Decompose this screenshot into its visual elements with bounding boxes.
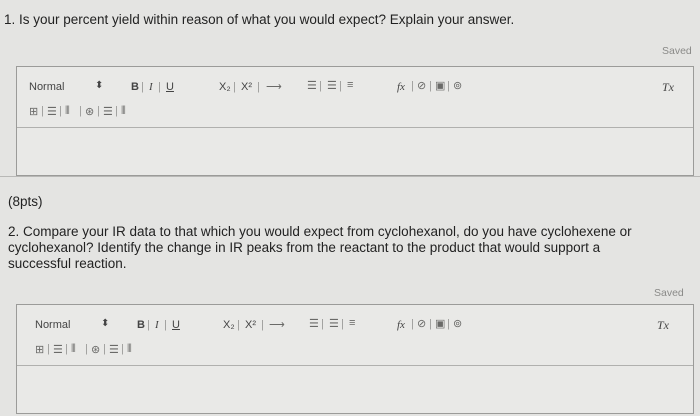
superscript-button[interactable]: X²	[245, 319, 256, 331]
divider: |	[121, 343, 124, 355]
divider	[0, 176, 700, 177]
attach-icon[interactable]: ⊚	[453, 317, 462, 330]
ordered-list-icon[interactable]: ☰	[309, 317, 319, 330]
question-2-line-2: cyclohexanol? Identify the change in IR …	[8, 240, 601, 255]
table-icon[interactable]: ⊞	[35, 343, 44, 356]
table-icon[interactable]: ⊞	[29, 105, 38, 118]
bold-button[interactable]: B	[131, 81, 139, 93]
text-direction-icon[interactable]: ⦀	[65, 105, 70, 118]
divider: |	[319, 80, 322, 92]
divider: |	[429, 80, 432, 92]
underline-button[interactable]: U	[172, 319, 180, 331]
editor-content-area[interactable]	[17, 365, 693, 413]
format-select[interactable]: Normal	[35, 319, 70, 331]
divider: |	[59, 105, 62, 117]
ordered-list-icon[interactable]: ☰	[307, 79, 317, 92]
arrow-right-icon[interactable]: ⟶	[269, 318, 285, 331]
divider: |	[164, 319, 167, 331]
arrow-right-icon[interactable]: ⟶	[266, 80, 282, 93]
indent-icon[interactable]: ☰	[53, 343, 63, 356]
bullet-list-icon[interactable]: ☰	[329, 317, 339, 330]
formula-button[interactable]: fx	[397, 319, 405, 331]
formula-button[interactable]: fx	[397, 81, 405, 93]
align-icon[interactable]: ≡	[349, 317, 355, 329]
question-2-line-1: 2. Compare your IR data to that which yo…	[8, 224, 632, 239]
chevron-updown-icon[interactable]: ⬍	[101, 318, 109, 329]
rich-text-editor-2: Normal ⬍ B | I | U X₂ | X² | ⟶ ☰ | ☰ | ≡…	[16, 304, 694, 414]
link-icon[interactable]: ⊘	[417, 317, 426, 330]
divider: |	[233, 81, 236, 93]
divider: |	[97, 105, 100, 117]
question-1-text: 1. Is your percent yield within reason o…	[4, 12, 515, 27]
italic-button[interactable]: I	[149, 81, 153, 93]
clear-format-button[interactable]: Tx	[662, 80, 674, 95]
italic-button[interactable]: I	[155, 319, 159, 331]
divider: |	[47, 343, 50, 355]
attach-icon[interactable]: ⊚	[453, 79, 462, 92]
divider: |	[65, 343, 68, 355]
divider: |	[158, 81, 161, 93]
divider: |	[257, 81, 260, 93]
divider: |	[79, 105, 82, 117]
rich-text-editor-1: Normal ⬍ B | I | U X₂ | X² | ⟶ ☰ | ☰ | ≡…	[16, 66, 694, 176]
divider: |	[411, 80, 414, 92]
divider: |	[141, 81, 144, 93]
divider: |	[41, 105, 44, 117]
saved-status: Saved	[654, 287, 684, 299]
editor-toolbar: Normal ⬍ B | I | U X₂ | X² | ⟶ ☰ | ☰ | ≡…	[17, 67, 693, 128]
divider: |	[85, 343, 88, 355]
divider: |	[429, 318, 432, 330]
format-select[interactable]: Normal	[29, 81, 64, 93]
divider: |	[447, 80, 450, 92]
align-icon[interactable]: ≡	[347, 79, 353, 91]
rtl-icon[interactable]: ⦀	[127, 343, 132, 356]
subscript-button[interactable]: X₂	[219, 81, 231, 93]
divider: |	[103, 343, 106, 355]
editor-toolbar: Normal ⬍ B | I | U X₂ | X² | ⟶ ☰ | ☰ | ≡…	[17, 305, 693, 366]
outdent-icon[interactable]: ☰	[109, 343, 119, 356]
special-char-icon[interactable]: ⊛	[85, 105, 94, 118]
indent-icon[interactable]: ☰	[47, 105, 57, 118]
divider: |	[341, 318, 344, 330]
bold-button[interactable]: B	[137, 319, 145, 331]
divider: |	[321, 318, 324, 330]
special-char-icon[interactable]: ⊛	[91, 343, 100, 356]
chevron-updown-icon[interactable]: ⬍	[95, 80, 103, 91]
divider: |	[237, 319, 240, 331]
divider: |	[447, 318, 450, 330]
subscript-button[interactable]: X₂	[223, 319, 235, 331]
link-icon[interactable]: ⊘	[417, 79, 426, 92]
text-direction-icon[interactable]: ⦀	[71, 343, 76, 356]
saved-status: Saved	[662, 45, 692, 57]
divider: |	[261, 319, 264, 331]
divider: |	[411, 318, 414, 330]
clear-format-button[interactable]: Tx	[657, 318, 669, 333]
divider: |	[339, 80, 342, 92]
underline-button[interactable]: U	[166, 81, 174, 93]
divider: |	[147, 319, 150, 331]
editor-content-area[interactable]	[17, 127, 693, 175]
question-2-line-3: successful reaction.	[8, 256, 127, 271]
points-label: (8pts)	[8, 194, 43, 209]
superscript-button[interactable]: X²	[241, 81, 252, 93]
image-icon[interactable]: ▣	[435, 317, 445, 330]
outdent-icon[interactable]: ☰	[103, 105, 113, 118]
bullet-list-icon[interactable]: ☰	[327, 79, 337, 92]
rtl-icon[interactable]: ⦀	[121, 105, 126, 118]
divider: |	[115, 105, 118, 117]
image-icon[interactable]: ▣	[435, 79, 445, 92]
